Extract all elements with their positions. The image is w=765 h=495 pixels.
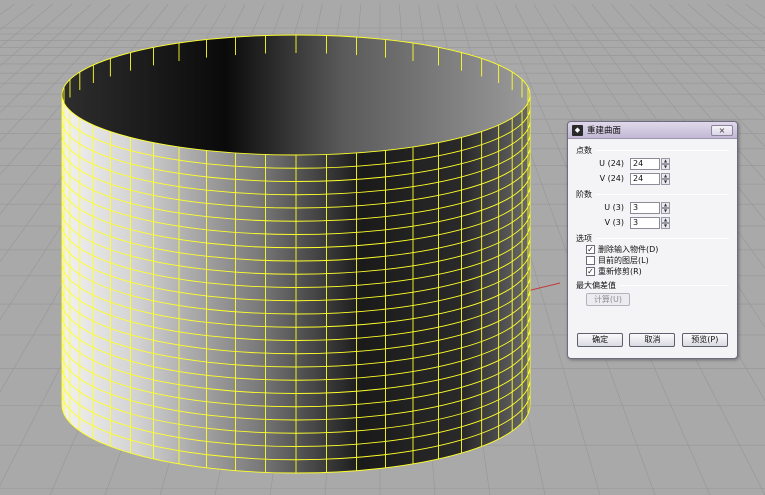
spin-down-icon[interactable]: ▼ — [661, 163, 670, 170]
calculate-button[interactable]: 计算(U) — [586, 293, 630, 306]
max-deviation-group-header: 最大偏差值 — [576, 279, 729, 291]
ok-button[interactable]: 确定 — [577, 333, 624, 347]
v-degree-label: V (3) — [604, 218, 624, 227]
u-degree-input[interactable]: 3 — [630, 201, 660, 214]
option-label: 重新修剪(R) — [598, 267, 642, 276]
option-current-layer[interactable]: 目前的图层(L) — [576, 255, 729, 266]
v-points-row: V (24) 24 ▲ ▼ — [576, 171, 729, 186]
options-group-header: 选项 — [576, 232, 729, 244]
u-degree-spinner[interactable]: ▲ ▼ — [661, 201, 670, 214]
v-points-spinner[interactable]: ▲ ▼ — [661, 172, 670, 185]
checkbox-retrim[interactable]: ✓ — [586, 267, 595, 276]
dialog-button-row: 确定 取消 预览(P) — [568, 333, 737, 347]
u-degree-row: U (3) 3 ▲ ▼ — [576, 200, 729, 215]
rebuild-surface-dialog: ◆ 重建曲面 × 点数 U (24) 24 ▲ ▼ V (24) 24 ▲ ▼ 阶数… — [567, 121, 738, 359]
option-label: 删除输入物件(D) — [598, 245, 659, 254]
v-degree-spinner[interactable]: ▲ ▼ — [661, 216, 670, 229]
preview-button[interactable]: 预览(P) — [681, 333, 728, 347]
u-points-label: U (24) — [599, 159, 624, 168]
spin-down-icon[interactable]: ▼ — [661, 207, 670, 214]
u-points-row: U (24) 24 ▲ ▼ — [576, 156, 729, 171]
cancel-button[interactable]: 取消 — [629, 333, 676, 347]
v-points-label: V (24) — [599, 174, 624, 183]
v-points-input[interactable]: 24 — [630, 172, 660, 185]
dialog-titlebar[interactable]: ◆ 重建曲面 × — [568, 122, 737, 139]
checkbox-delete-input[interactable]: ✓ — [586, 245, 595, 254]
rhino-app-icon: ◆ — [572, 124, 583, 136]
v-degree-row: V (3) 3 ▲ ▼ — [576, 215, 729, 230]
option-label: 目前的图层(L) — [598, 256, 649, 265]
dialog-title: 重建曲面 — [587, 126, 622, 136]
u-points-input[interactable]: 24 — [630, 157, 660, 170]
u-points-spinner[interactable]: ▲ ▼ — [661, 157, 670, 170]
close-button[interactable]: × — [711, 124, 733, 136]
v-degree-input[interactable]: 3 — [630, 216, 660, 229]
points-group-header: 点数 — [576, 144, 729, 156]
spin-down-icon[interactable]: ▼ — [661, 178, 670, 185]
checkbox-current-layer[interactable] — [586, 256, 595, 265]
spin-down-icon[interactable]: ▼ — [661, 222, 670, 229]
u-degree-label: U (3) — [604, 203, 624, 212]
option-retrim[interactable]: ✓ 重新修剪(R) — [576, 266, 729, 277]
degree-group-header: 阶数 — [576, 188, 729, 200]
option-delete-input[interactable]: ✓ 删除输入物件(D) — [576, 244, 729, 255]
